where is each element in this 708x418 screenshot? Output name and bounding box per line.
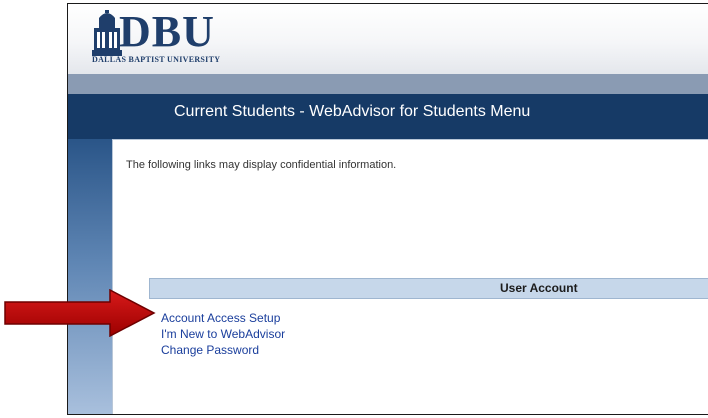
new-to-webadvisor-link[interactable]: I'm New to WebAdvisor (161, 326, 285, 342)
right-arrow-icon (4, 288, 156, 342)
left-sidebar (68, 139, 112, 414)
browser-window: DBU DALLAS BAPTIST UNIVERSITY Current St… (67, 3, 708, 415)
header-band (68, 74, 708, 94)
logo-wordmark: DBU (119, 7, 215, 56)
site-header: DBU DALLAS BAPTIST UNIVERSITY (68, 4, 708, 74)
section-heading: User Account (500, 281, 578, 295)
main-content: The following links may display confiden… (112, 139, 708, 414)
account-access-setup-link[interactable]: Account Access Setup (161, 310, 285, 326)
user-account-links: Account Access Setup I'm New to WebAdvis… (161, 310, 285, 358)
logo-tagline: DALLAS BAPTIST UNIVERSITY (92, 55, 221, 64)
user-account-section-header: User Account (149, 278, 708, 299)
confidential-notice: The following links may display confiden… (126, 159, 397, 171)
change-password-link[interactable]: Change Password (161, 342, 285, 358)
page-title: Current Students - WebAdvisor for Studen… (174, 103, 531, 120)
